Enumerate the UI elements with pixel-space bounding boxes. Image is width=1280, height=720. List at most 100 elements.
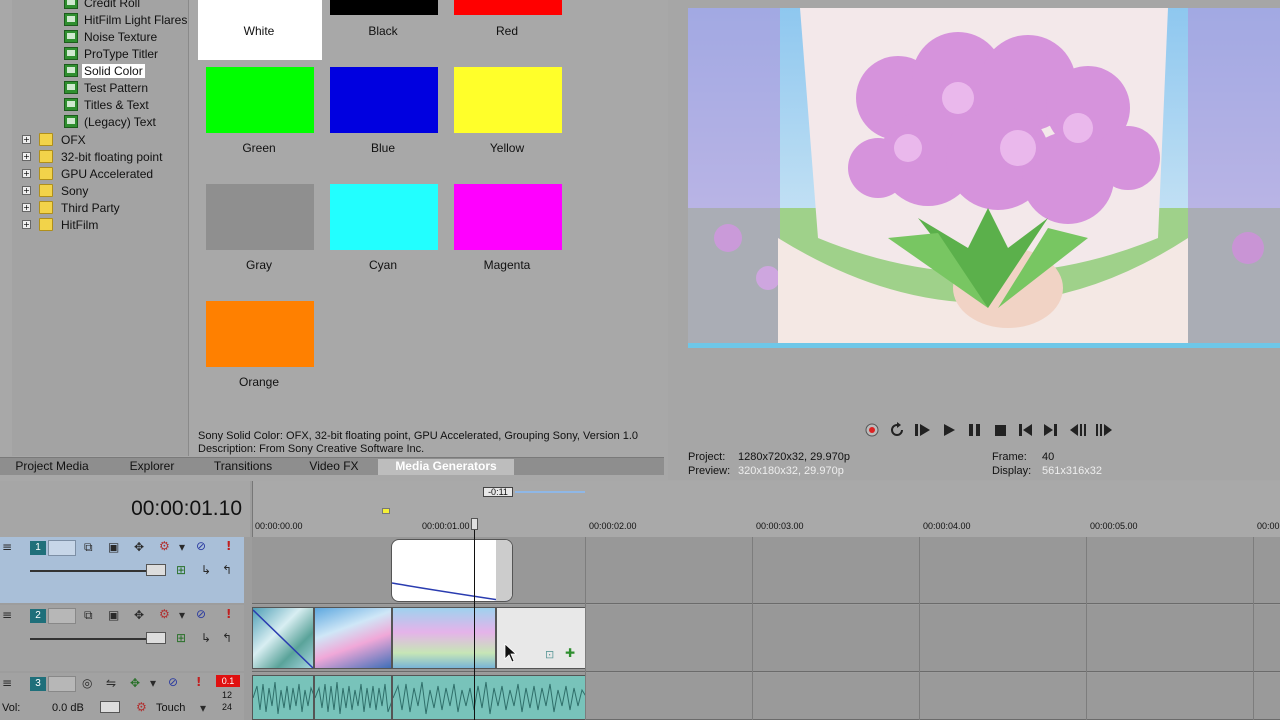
tab-explorer[interactable]: Explorer (112, 459, 192, 475)
expand-icon[interactable]: + (22, 203, 31, 212)
make-compositing-child-icon[interactable]: ↳ (201, 563, 211, 577)
pause-button[interactable] (966, 422, 984, 438)
loop-region-bar[interactable] (515, 491, 585, 493)
dropdown-chevron-icon[interactable]: ▾ (200, 701, 206, 715)
track-lane-2[interactable]: ⊡ ✚ (252, 605, 1280, 672)
go-to-start-button[interactable] (1017, 422, 1035, 438)
preset-swatch-red[interactable] (454, 0, 562, 15)
expand-icon[interactable]: + (22, 152, 31, 161)
dropdown-chevron-icon[interactable]: ▾ (179, 608, 185, 622)
event-pan-crop-icon[interactable]: ⊡ (545, 648, 554, 661)
tab-project-media[interactable]: Project Media (4, 459, 100, 475)
marker-flag-icon[interactable] (382, 508, 390, 514)
track-fx-icon[interactable]: ⚙ (159, 607, 170, 621)
composite-mode-icon[interactable]: ▣ (108, 540, 119, 554)
track-name-field[interactable] (48, 540, 76, 556)
solo-icon[interactable]: ! (196, 675, 201, 689)
loop-button[interactable] (889, 422, 907, 438)
track-header-2[interactable]: ≡ 2 ⧉ ▣ ✥ ⚙ ▾ ⊘ ! ⊞ ↳ ↰ (0, 605, 244, 671)
cursor-timecode[interactable]: 00:00:01.10 (100, 497, 242, 521)
track-header-1[interactable]: ≡ 1 ⧉ ▣ ✥ ⚙ ▾ ⊘ ! ⊞ ↳ ↰ (0, 537, 244, 603)
preset-swatch-black[interactable] (330, 0, 438, 15)
composite-mode-icon[interactable]: ▣ (108, 608, 119, 622)
make-compositing-parent-icon[interactable]: ↰ (222, 563, 232, 577)
track-header-3[interactable]: ≡ 3 ◎ ⇋ ✥ ▾ ⊘ ! 0.1 12 24 Vol: 0.0 dB ⚙ … (0, 673, 244, 720)
expand-icon[interactable]: + (22, 135, 31, 144)
audio-clip[interactable] (314, 675, 392, 720)
video-clip[interactable] (314, 607, 392, 669)
tree-folder-ofx[interactable]: + OFX (22, 131, 88, 148)
audio-clip[interactable] (392, 675, 586, 720)
level-slider-knob[interactable] (146, 564, 166, 576)
solid-color-clip[interactable] (391, 539, 513, 602)
dropdown-chevron-icon[interactable]: ▾ (150, 676, 156, 690)
track-name-field[interactable] (48, 676, 76, 692)
record-button[interactable] (864, 422, 882, 438)
track-fx-icon[interactable]: ⚙ (159, 539, 170, 553)
playhead-cursor[interactable] (474, 518, 475, 720)
tree-folder-hitfilm[interactable]: + HitFilm (22, 216, 100, 233)
expand-icon[interactable]: + (22, 220, 31, 229)
volume-slider-knob[interactable] (100, 701, 120, 713)
tree-folder-third-party[interactable]: + Third Party (22, 199, 122, 216)
video-clip[interactable] (392, 607, 496, 669)
make-compositing-child-icon[interactable]: ↳ (201, 631, 211, 645)
tab-transitions[interactable]: Transitions (200, 459, 286, 475)
track-fx-icon[interactable]: ✥ (130, 676, 140, 690)
preset-swatch-white[interactable] (206, 0, 314, 15)
preset-swatch-magenta[interactable] (454, 184, 562, 250)
play-from-start-button[interactable] (914, 422, 932, 438)
track-menu-icon[interactable]: ≡ (2, 540, 12, 554)
solo-icon[interactable]: ! (226, 607, 231, 621)
audio-clip[interactable] (252, 675, 314, 720)
track-menu-icon[interactable]: ≡ (2, 676, 12, 690)
tree-item-hitfilm-light-flares[interactable]: HitFilm Light Flares (64, 11, 189, 28)
tree-item-solid-color[interactable]: Solid Color (64, 62, 145, 79)
track-lane-1[interactable] (252, 537, 1280, 604)
mute-icon[interactable]: ⊘ (196, 539, 206, 553)
mute-icon[interactable]: ⊘ (168, 675, 178, 689)
solo-icon[interactable]: ! (226, 539, 231, 553)
preset-swatch-yellow[interactable] (454, 67, 562, 133)
composite-child-icon[interactable]: ⊞ (176, 631, 186, 645)
video-clip[interactable] (252, 607, 314, 669)
track-motion-icon[interactable]: ✥ (134, 540, 144, 554)
event-fx-icon[interactable]: ✚ (565, 646, 575, 660)
tree-item-protype-titler[interactable]: ProType Titler (64, 45, 160, 62)
tree-item-noise-texture[interactable]: Noise Texture (64, 28, 159, 45)
level-slider[interactable] (30, 638, 160, 640)
track-name-field[interactable] (48, 608, 76, 624)
tree-item-credit-roll[interactable]: Credit Roll (64, 0, 142, 11)
automation-mode-label[interactable]: Touch (156, 702, 185, 714)
level-slider-knob[interactable] (146, 632, 166, 644)
level-slider[interactable] (30, 570, 160, 572)
expand-icon[interactable]: + (22, 169, 31, 178)
playhead-handle[interactable] (471, 518, 478, 530)
preset-swatch-orange[interactable] (206, 301, 314, 367)
composite-child-icon[interactable]: ⊞ (176, 563, 186, 577)
make-compositing-parent-icon[interactable]: ↰ (222, 631, 232, 645)
stop-button[interactable] (992, 422, 1010, 438)
automation-gear-icon[interactable]: ⚙ (136, 700, 147, 714)
dropdown-chevron-icon[interactable]: ▾ (179, 540, 185, 554)
tree-item-titles-text[interactable]: Titles & Text (64, 96, 151, 113)
invert-phase-icon[interactable]: ⇋ (106, 676, 116, 690)
track-menu-icon[interactable]: ≡ (2, 608, 12, 622)
play-button[interactable] (940, 422, 958, 438)
tree-item-legacy-text[interactable]: (Legacy) Text (64, 113, 158, 130)
bypass-motion-blur-icon[interactable]: ⧉ (84, 608, 93, 623)
preset-swatch-green[interactable] (206, 67, 314, 133)
tree-folder-32bit[interactable]: +32-bit floating point (22, 148, 164, 165)
preset-swatch-cyan[interactable] (330, 184, 438, 250)
preset-swatch-gray[interactable] (206, 184, 314, 250)
preset-swatch-blue[interactable] (330, 67, 438, 133)
time-ruler[interactable]: -0:11 00:00:00.00 00:00:01.00 00:00:02.0… (252, 481, 1280, 537)
track-lane-3[interactable] (252, 673, 1280, 720)
go-to-end-button[interactable] (1042, 422, 1060, 438)
mute-icon[interactable]: ⊘ (196, 607, 206, 621)
arm-record-icon[interactable]: ◎ (82, 676, 92, 690)
tab-video-fx[interactable]: Video FX (298, 459, 370, 475)
next-frame-button[interactable] (1094, 422, 1112, 438)
tree-item-test-pattern[interactable]: Test Pattern (64, 79, 150, 96)
previous-frame-button[interactable] (1068, 422, 1086, 438)
